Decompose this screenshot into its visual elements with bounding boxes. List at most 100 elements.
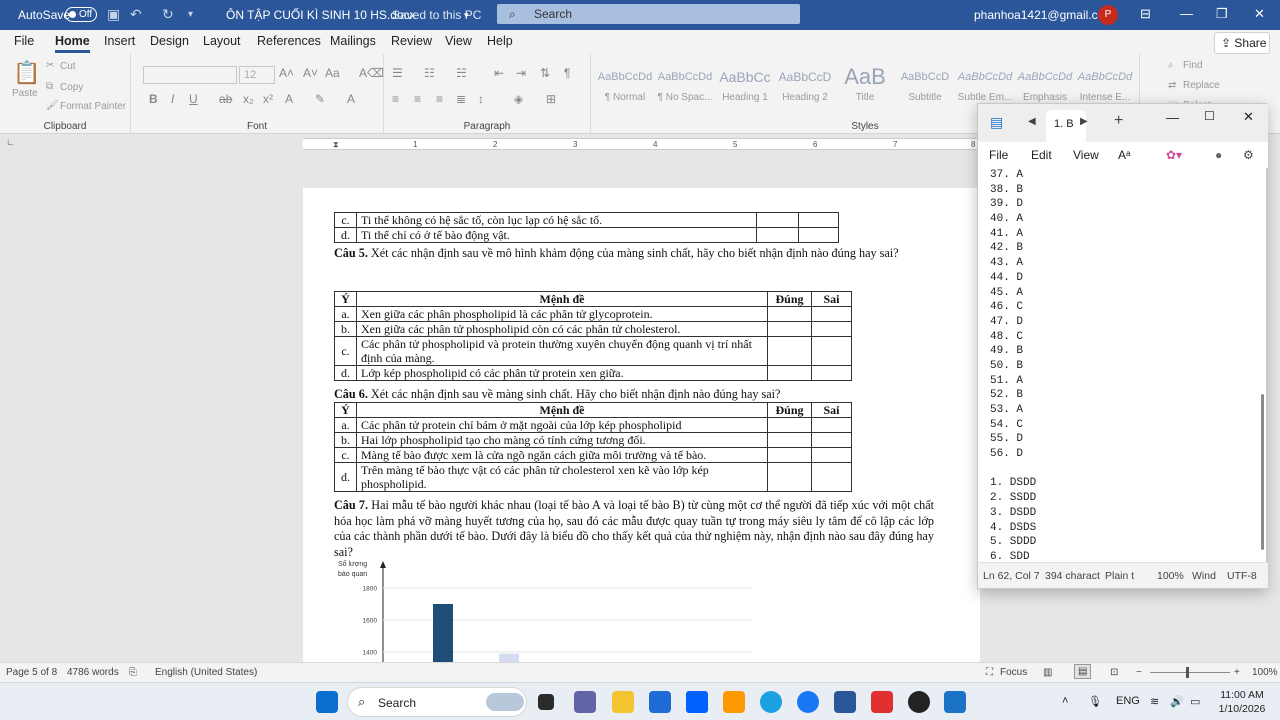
tab-references[interactable]: References [257,34,321,48]
file-format[interactable]: Plain t [1105,570,1134,582]
tab-selector-icon[interactable]: ∟ [6,137,15,147]
close-icon[interactable]: ✕ [1243,109,1254,125]
find-button[interactable]: Find [1183,60,1202,71]
format-icon[interactable]: Aᵃ [1118,148,1130,162]
notepad-taskbar-icon[interactable] [944,691,966,713]
style-normal[interactable]: AaBbCcDd ¶ Normal [595,62,655,103]
answer-true-cell[interactable] [756,212,799,228]
close-icon[interactable]: ✕ [1254,6,1265,22]
task-view-icon[interactable] [538,694,554,710]
paste-icon[interactable]: 📋 [13,60,40,86]
replace-icon[interactable]: ⇄ [1168,80,1176,91]
menu-edit[interactable]: Edit [1031,148,1052,162]
answer-true-cell[interactable] [767,365,812,381]
tab-scroll-left-icon[interactable]: ◀ [1028,116,1036,127]
web-layout-icon[interactable]: ⊡ [1110,667,1118,678]
answer-false-cell[interactable] [811,462,852,492]
increase-indent-icon[interactable]: ⇥ [516,66,526,80]
tab-design[interactable]: Design [150,34,189,48]
grow-font-icon[interactable]: A˄ [279,66,294,80]
format-painter-icon[interactable]: 🖌 [46,100,59,111]
align-center-icon[interactable]: ≡ [414,92,421,106]
underline-icon[interactable]: U [189,92,198,106]
undo-icon[interactable]: ↶ [130,6,142,23]
answer-true-cell[interactable] [767,462,812,492]
teams-icon[interactable] [574,691,596,713]
replace-button[interactable]: Replace [1183,80,1220,91]
font-color-icon[interactable]: A [347,92,355,106]
bold-icon[interactable]: B [149,92,158,106]
notepad-text-area[interactable]: 37. A 38. B 39. D 40. A 41. A 42. B 43. A 44. D… [978,168,1260,564]
style-emphasis[interactable]: AaBbCcDd Emphasis [1015,62,1075,103]
focus-icon[interactable]: ⛶ [986,667,993,678]
maximize-icon[interactable]: ☐ [1204,109,1215,123]
maximize-icon[interactable]: ❐ [1216,6,1228,22]
answer-false-cell[interactable] [811,447,852,463]
copy-icon[interactable]: ⧉ [46,81,53,92]
style-no-spacing[interactable]: AaBbCcDd ¶ No Spac... [655,62,715,103]
tab-help[interactable]: Help [487,34,513,48]
answer-true-cell[interactable] [767,417,812,433]
tab-scroll-right-icon[interactable]: ▶ [1080,116,1088,127]
subscript-icon[interactable]: x₂ [243,92,254,106]
search-box[interactable]: ⌕ Search [497,4,800,24]
style-intense-emphasis[interactable]: AaBbCcDd Intense E... [1075,62,1135,103]
find-icon[interactable]: ⌕ [1168,60,1174,71]
text-effects-icon[interactable]: A [285,92,293,106]
superscript-icon[interactable]: x² [263,92,273,106]
style-subtitle[interactable]: AaBbCcD Subtitle [895,62,955,103]
zoom-slider[interactable] [1150,672,1230,673]
style-heading-2[interactable]: AaBbCcD Heading 2 [775,62,835,103]
dropbox-icon[interactable] [686,691,708,713]
page-count[interactable]: Page 5 of 8 [6,667,57,678]
settings-gear-icon[interactable]: ⚙ [1243,148,1254,162]
align-left-icon[interactable]: ≡ [392,92,399,106]
tab-file[interactable]: File [14,34,34,48]
ribbon-display-icon[interactable]: ⊟ [1140,6,1151,22]
line-ending[interactable]: Wind [1192,570,1216,582]
answer-true-cell[interactable] [767,432,812,448]
align-right-icon[interactable]: ≡ [436,92,443,106]
chatgpt-icon[interactable] [908,691,930,713]
focus-button[interactable]: Focus [1000,667,1027,678]
change-case-icon[interactable]: Aa [325,66,340,80]
document-page[interactable]: c. Ti thể không có hệ sắc tố, còn lục lạp… [303,154,980,662]
print-layout-icon[interactable]: ▤ [1074,664,1092,679]
customize-qat-icon[interactable]: ▾ [188,9,193,20]
strikethrough-icon[interactable]: ab [219,92,232,106]
zoom-in-icon[interactable]: + [1234,667,1240,678]
facebook-icon[interactable] [797,691,819,713]
horizontal-ruler[interactable]: ⧗ 1 2 3 4 5 6 7 8 [303,138,980,150]
new-tab-icon[interactable]: + [1114,112,1123,130]
format-painter-button[interactable]: Format Painter [60,101,126,112]
cut-button[interactable]: Cut [60,61,76,72]
document-title[interactable]: ÔN TẬP CUỐI KÌ SINH 10 HS.docx [226,8,416,22]
minimize-icon[interactable]: — [1180,6,1193,21]
highlight-icon[interactable]: ✎ [315,92,325,106]
notepad-scrollbar[interactable] [1261,394,1264,550]
zoom-out-icon[interactable]: − [1136,667,1142,678]
youtube-icon[interactable] [871,691,893,713]
answer-false-cell[interactable] [811,432,852,448]
clock[interactable]: 11:00 AM 1/10/2026 [1212,688,1272,716]
line-spacing-icon[interactable]: ↕ [478,92,484,106]
multilevel-list-icon[interactable]: ☵ [456,66,467,80]
zoom-percentage[interactable]: 100% [1252,667,1278,678]
wifi-icon[interactable]: ≋ [1150,695,1159,708]
tab-view[interactable]: View [445,34,472,48]
amazon-icon[interactable] [723,691,745,713]
shrink-font-icon[interactable]: A˅ [303,66,318,80]
answer-false-cell[interactable] [798,227,839,243]
cut-icon[interactable]: ✂ [46,60,54,71]
bullets-icon[interactable]: ☰ [392,66,403,80]
zoom-level[interactable]: 100% [1157,570,1184,582]
font-name-box[interactable] [143,66,237,84]
start-windows-icon[interactable] [316,691,338,713]
microphone-icon[interactable]: 🎙 [1088,695,1102,708]
answer-true-cell[interactable] [767,336,812,366]
zoom-slider-thumb[interactable] [1186,667,1189,678]
indent-marker-icon[interactable]: ⧗ [333,140,339,150]
answer-false-cell[interactable] [811,417,852,433]
tab-insert[interactable]: Insert [104,34,135,48]
style-subtle-emphasis[interactable]: AaBbCcDd Subtle Em... [955,62,1015,103]
